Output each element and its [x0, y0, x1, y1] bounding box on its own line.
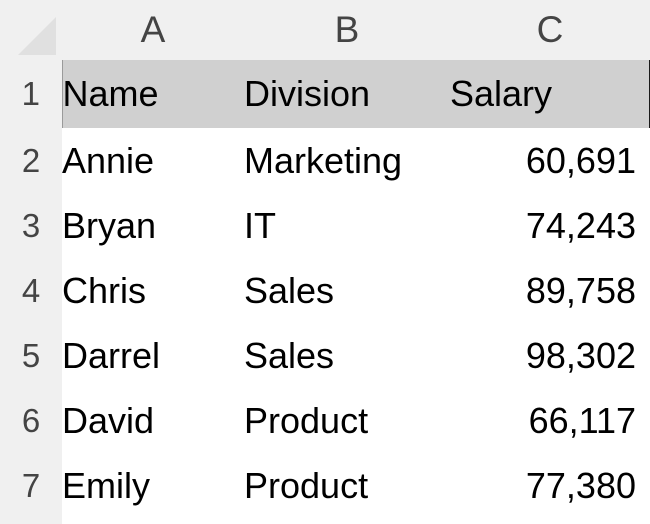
cell-a6[interactable]: David: [62, 388, 244, 453]
cell-a1-name-header[interactable]: Name: [61, 60, 244, 128]
cell-b2[interactable]: Marketing: [244, 128, 450, 193]
cell-a3[interactable]: Bryan: [62, 193, 244, 258]
table-row: 5 Darrel Sales 98,302: [0, 323, 650, 388]
cell-a8[interactable]: [62, 518, 244, 524]
cell-c1-salary-header[interactable]: Salary: [450, 60, 650, 128]
row-header-4[interactable]: 4: [0, 258, 62, 323]
table-row: 6 David Product 66,117: [0, 388, 650, 453]
select-all-triangle-icon: [18, 17, 56, 55]
row-header-7[interactable]: 7: [0, 453, 62, 518]
table-row: 4 Chris Sales 89,758: [0, 258, 650, 323]
column-header-b[interactable]: B: [244, 0, 450, 60]
table-header-row: 1 Name Division Salary: [0, 60, 650, 128]
cell-c3[interactable]: 74,243: [450, 193, 650, 258]
cell-c8[interactable]: [450, 518, 650, 524]
cell-c5[interactable]: 98,302: [450, 323, 650, 388]
cell-c7[interactable]: 77,380: [450, 453, 650, 518]
table-row-partial: [0, 518, 650, 524]
cell-a5[interactable]: Darrel: [62, 323, 244, 388]
row-header-partial[interactable]: [0, 518, 62, 524]
cell-b1-division-header[interactable]: Division: [244, 60, 450, 128]
table-row: 2 Annie Marketing 60,691: [0, 128, 650, 193]
cell-b8[interactable]: [244, 518, 450, 524]
cell-c2[interactable]: 60,691: [450, 128, 650, 193]
cell-a2[interactable]: Annie: [62, 128, 244, 193]
cell-a4[interactable]: Chris: [62, 258, 244, 323]
row-header-6[interactable]: 6: [0, 388, 62, 453]
column-header-a[interactable]: A: [62, 0, 244, 60]
row-header-1[interactable]: 1: [0, 60, 62, 128]
cell-b7[interactable]: Product: [244, 453, 450, 518]
cell-c6[interactable]: 66,117: [450, 388, 650, 453]
row-header-3[interactable]: 3: [0, 193, 62, 258]
cell-c4[interactable]: 89,758: [450, 258, 650, 323]
spreadsheet-grid[interactable]: A B C 1 Name Division Salary 2 Annie Mar…: [0, 0, 650, 524]
row-header-2[interactable]: 2: [0, 128, 62, 193]
table-row: 3 Bryan IT 74,243: [0, 193, 650, 258]
cell-b5[interactable]: Sales: [244, 323, 450, 388]
cell-b4[interactable]: Sales: [244, 258, 450, 323]
cell-b3[interactable]: IT: [244, 193, 450, 258]
select-all-button[interactable]: [0, 0, 62, 60]
row-header-5[interactable]: 5: [0, 323, 62, 388]
column-header-c[interactable]: C: [450, 0, 650, 60]
cell-b6[interactable]: Product: [244, 388, 450, 453]
cell-a7[interactable]: Emily: [62, 453, 244, 518]
worksheet-table: A B C 1 Name Division Salary 2 Annie Mar…: [0, 0, 650, 524]
column-header-row: A B C: [0, 0, 650, 60]
table-row: 7 Emily Product 77,380: [0, 453, 650, 518]
